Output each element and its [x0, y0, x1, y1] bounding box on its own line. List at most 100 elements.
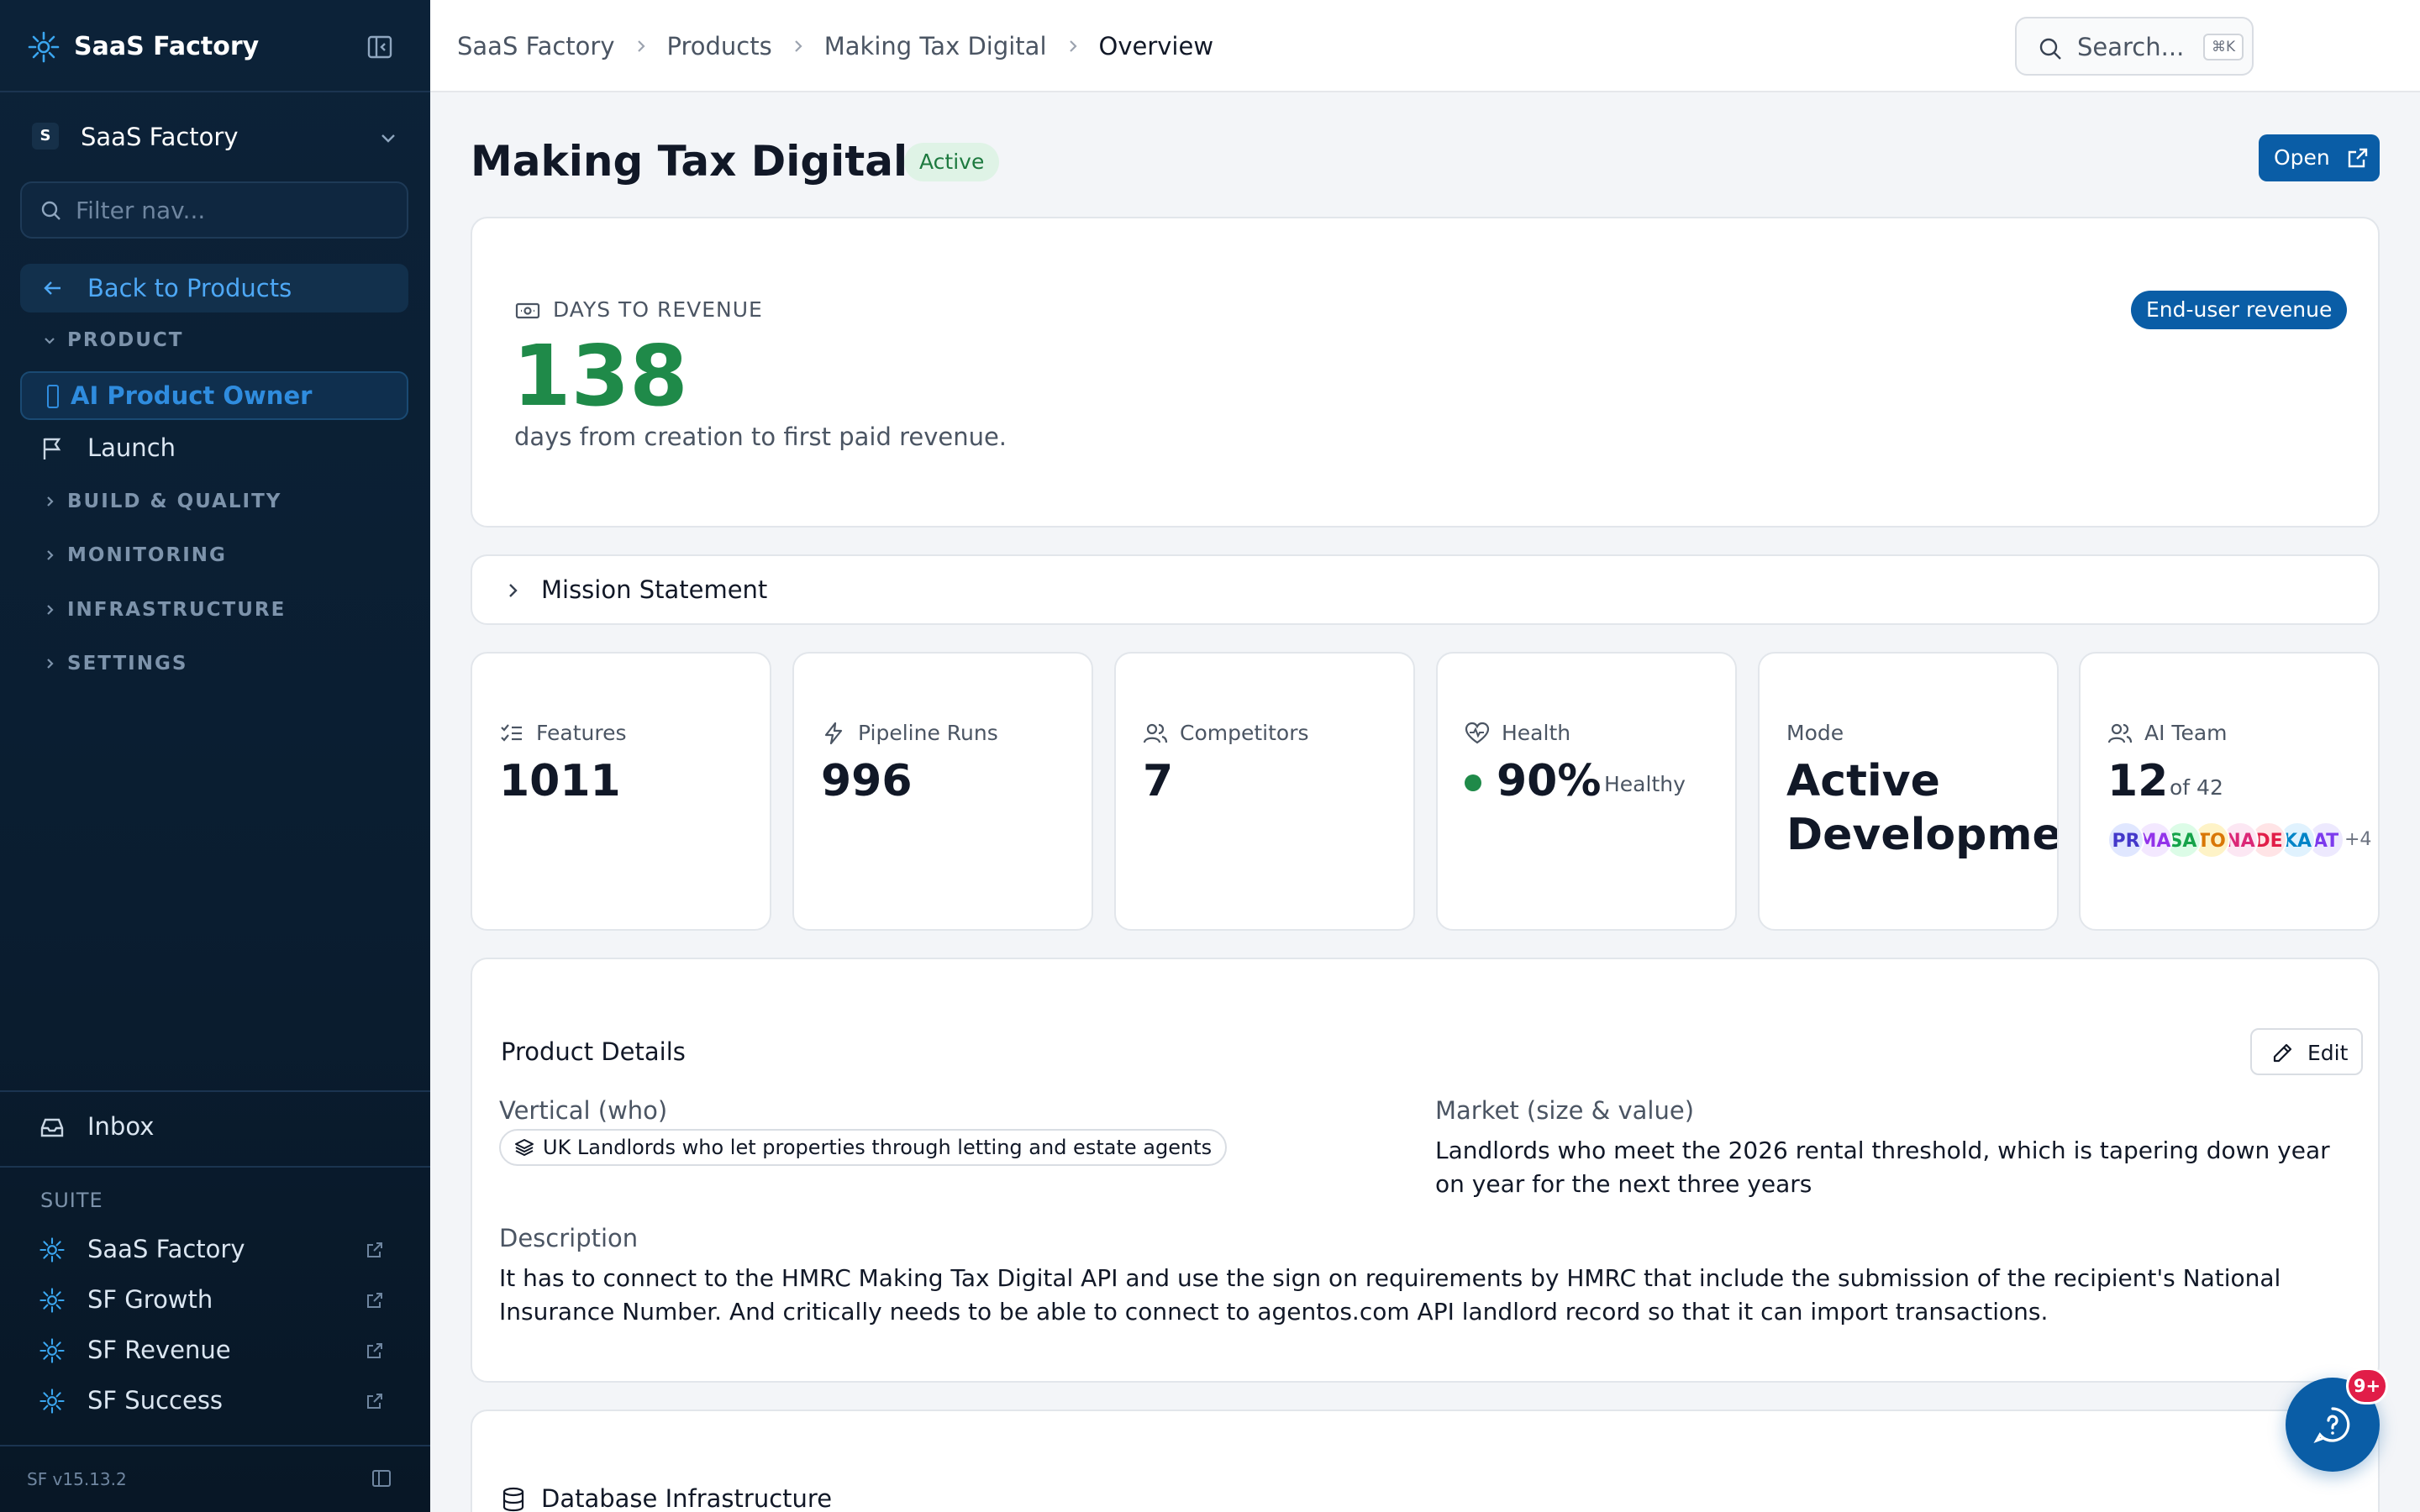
- filter-nav-input[interactable]: [76, 192, 395, 228]
- banknote-icon: [515, 302, 540, 319]
- main-content: Making Tax Digital Active Open DAYS TO R…: [430, 94, 2420, 1512]
- open-button[interactable]: Open: [2259, 134, 2380, 181]
- stat-card-competitors: Competitors 7: [1114, 652, 1415, 931]
- saas-factory-logo-icon: [39, 1237, 65, 1263]
- description-value: It has to connect to the HMRC Making Tax…: [499, 1264, 2281, 1326]
- suite-item-label: SF Success: [87, 1386, 224, 1415]
- stat-card-ai-team: AI Team 12 of 42 PR MA SA TO NA DE KA AT +4: [2079, 652, 2380, 931]
- sidebar-item-ai-product-owner[interactable]: AI Product Owner: [20, 371, 408, 420]
- breadcrumb-products[interactable]: Products: [667, 32, 772, 60]
- sidebar-item-label: Launch: [87, 433, 176, 462]
- users-icon: [1143, 723, 1168, 743]
- notification-badge: 9+: [2346, 1368, 2388, 1404]
- section-build-quality[interactable]: BUILD & QUALITY: [67, 489, 281, 514]
- chevron-right-icon: [794, 40, 802, 52]
- panel-toggle-icon[interactable]: [370, 1467, 393, 1490]
- sidebar-divider: [0, 1090, 430, 1092]
- layers-icon: [515, 1139, 534, 1157]
- chevron-right-icon[interactable]: [40, 492, 59, 511]
- topbar: SaaS Factory Products Making Tax Digital…: [430, 0, 2420, 92]
- stat-label: Competitors: [1180, 721, 1309, 745]
- vertical-value: UK Landlords who let properties through …: [543, 1136, 1213, 1159]
- section-settings[interactable]: SETTINGS: [67, 651, 187, 676]
- heart-pulse-icon: [1465, 722, 1490, 744]
- stat-value: 1011: [499, 756, 621, 806]
- suite-item-sf-growth[interactable]: SF Growth: [20, 1275, 408, 1324]
- ai-team-avatars: PR MA SA TO NA DE KA AT +4: [2107, 822, 2376, 858]
- app-title: SaaS Factory: [74, 32, 260, 61]
- market-value: Landlords who meet the 2026 rental thres…: [1435, 1137, 2330, 1198]
- open-button-label: Open: [2274, 145, 2330, 170]
- sidebar-header: SaaS Factory: [0, 0, 430, 92]
- sf-success-logo-icon: [39, 1389, 65, 1414]
- search-icon: [41, 201, 60, 220]
- product-details-title: Product Details: [501, 1037, 686, 1066]
- stat-value: Active Development: [1786, 756, 2057, 860]
- edit-button-label: Edit: [2307, 1041, 2349, 1065]
- sidebar-divider: [0, 91, 430, 92]
- suite-item-label: SF Growth: [87, 1285, 213, 1314]
- workspace-initial: S: [32, 123, 59, 150]
- breadcrumb-saas-factory[interactable]: SaaS Factory: [457, 32, 615, 60]
- list-checks-icon: [501, 724, 522, 742]
- suite-item-label: SaaS Factory: [87, 1235, 245, 1263]
- suite-item-sf-success[interactable]: SF Success: [20, 1376, 408, 1425]
- help-chat-icon: [2313, 1407, 2350, 1444]
- sidebar-item-launch[interactable]: Launch: [20, 423, 408, 472]
- back-to-products-link[interactable]: Back to Products: [20, 264, 408, 312]
- stat-label: Pipeline Runs: [858, 721, 998, 745]
- section-product[interactable]: PRODUCT: [67, 328, 183, 353]
- ai-team-more-count: +4: [2344, 829, 2372, 850]
- external-link-icon: [367, 1293, 382, 1308]
- chevron-right-icon[interactable]: [40, 546, 59, 564]
- arrow-left-icon: [44, 281, 60, 295]
- mission-statement-toggle[interactable]: Mission Statement: [471, 554, 2380, 625]
- stat-value: 996: [821, 756, 913, 806]
- back-to-products-label: Back to Products: [87, 274, 292, 302]
- lightning-icon: [824, 722, 843, 745]
- suite-item-saas-factory[interactable]: SaaS Factory: [20, 1225, 408, 1273]
- saas-factory-logo-icon: [28, 31, 60, 63]
- sf-revenue-logo-icon: [39, 1338, 65, 1363]
- database-infrastructure-label: Database Infrastructure: [541, 1484, 833, 1512]
- section-monitoring[interactable]: MONITORING: [67, 543, 227, 568]
- external-link-icon: [2348, 148, 2368, 168]
- flag-icon: [43, 438, 61, 459]
- ai-team-avatar[interactable]: PR: [2107, 822, 2144, 858]
- section-infrastructure[interactable]: INFRASTRUCTURE: [67, 597, 286, 622]
- stat-label: Features: [536, 721, 627, 745]
- chevron-right-icon[interactable]: [40, 601, 59, 619]
- collapse-sidebar-icon[interactable]: [365, 32, 395, 62]
- breadcrumb: SaaS Factory Products Making Tax Digital…: [457, 29, 1213, 64]
- health-status-text: Healthy: [1604, 772, 1686, 796]
- chevron-down-icon[interactable]: [40, 331, 59, 349]
- stat-card-features: Features 1011: [471, 652, 771, 931]
- page-title: Making Tax Digital: [471, 137, 908, 186]
- search-button[interactable]: Search... ⌘K: [2015, 17, 2254, 76]
- edit-button[interactable]: Edit: [2250, 1028, 2363, 1075]
- chevron-right-icon: [509, 584, 518, 597]
- breadcrumb-overview: Overview: [1098, 32, 1214, 60]
- external-link-icon: [367, 1394, 382, 1409]
- days-to-revenue-card: DAYS TO REVENUE 138 days from creation t…: [471, 217, 2380, 528]
- stat-label: AI Team: [2144, 721, 2228, 745]
- workspace-switcher[interactable]: S SaaS Factory: [20, 114, 410, 160]
- sidebar-item-label: AI Product Owner: [71, 381, 313, 410]
- sidebar: SaaS Factory S SaaS Factory Back to Prod…: [0, 0, 430, 1512]
- product-details-card: Product Details Edit Vertical (who) UK L…: [471, 958, 2380, 1383]
- item-placeholder-icon: [47, 385, 59, 408]
- days-to-revenue-subtitle: days from creation to first paid revenue…: [514, 423, 1007, 451]
- chevron-right-icon: [637, 40, 645, 52]
- stat-card-pipeline-runs: Pipeline Runs 996: [792, 652, 1093, 931]
- health-status-dot: [1465, 774, 1481, 791]
- breadcrumb-making-tax-digital[interactable]: Making Tax Digital: [824, 32, 1047, 60]
- suite-item-sf-revenue[interactable]: SF Revenue: [20, 1326, 408, 1374]
- external-link-icon: [367, 1242, 382, 1257]
- sidebar-divider: [0, 1166, 430, 1168]
- sidebar-item-label: Inbox: [87, 1112, 155, 1141]
- stat-value: 7: [1143, 756, 1174, 806]
- vertical-chip: UK Landlords who let properties through …: [499, 1129, 1228, 1166]
- sidebar-item-inbox[interactable]: Inbox: [20, 1102, 408, 1151]
- chevron-right-icon[interactable]: [40, 654, 59, 673]
- filter-nav: [20, 181, 408, 239]
